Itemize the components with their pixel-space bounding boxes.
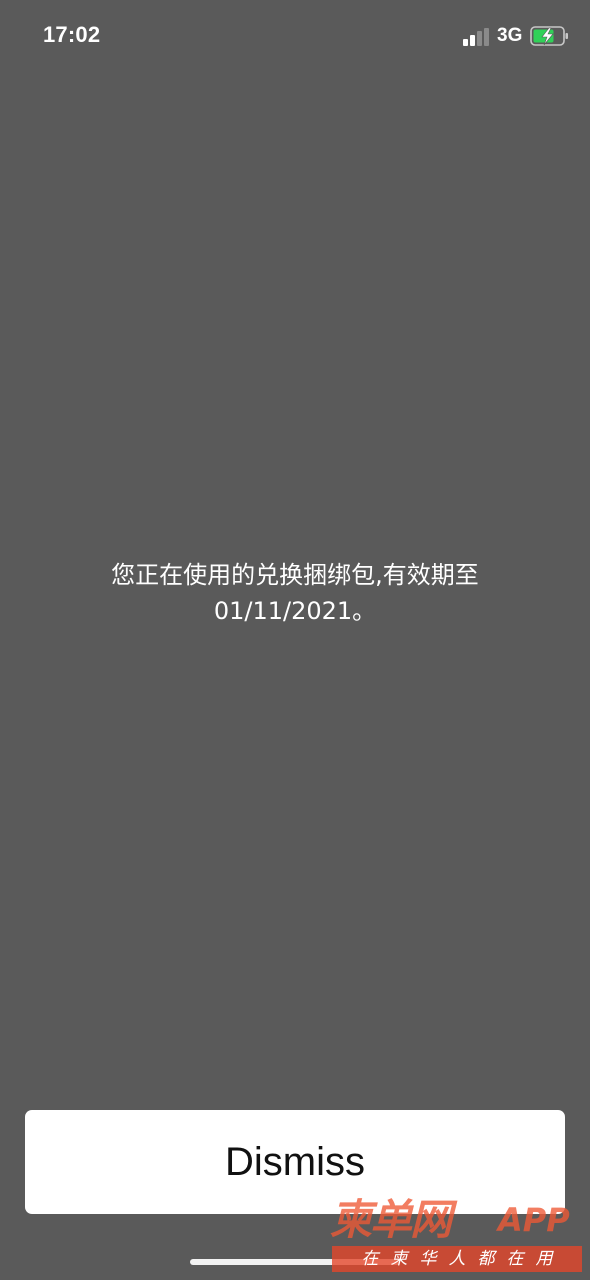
watermark-app-label: APP bbox=[498, 1201, 570, 1239]
watermark-slogan-banner: 在柬华人都在用 bbox=[332, 1246, 582, 1272]
status-time: 17:02 bbox=[43, 22, 101, 47]
exchange-bundle-message: 您正在使用的兑换捆绑包,有效期至 01/11/2021。 bbox=[55, 557, 535, 629]
battery-charging-icon bbox=[530, 26, 568, 46]
message-line-2: 01/11/2021。 bbox=[213, 597, 377, 625]
network-type-label: 3G bbox=[497, 25, 523, 46]
watermark-slogan: 在柬华人都在用 bbox=[361, 1249, 565, 1269]
message-line-1: 您正在使用的兑换捆绑包,有效期至 bbox=[111, 561, 479, 589]
status-bar: 17:02 3G bbox=[0, 0, 590, 72]
watermark-logo: 柬单网 APP 在柬华人都在用 bbox=[330, 1196, 586, 1276]
signal-bars-icon bbox=[463, 28, 489, 46]
watermark-title: 柬单网 bbox=[330, 1195, 452, 1244]
